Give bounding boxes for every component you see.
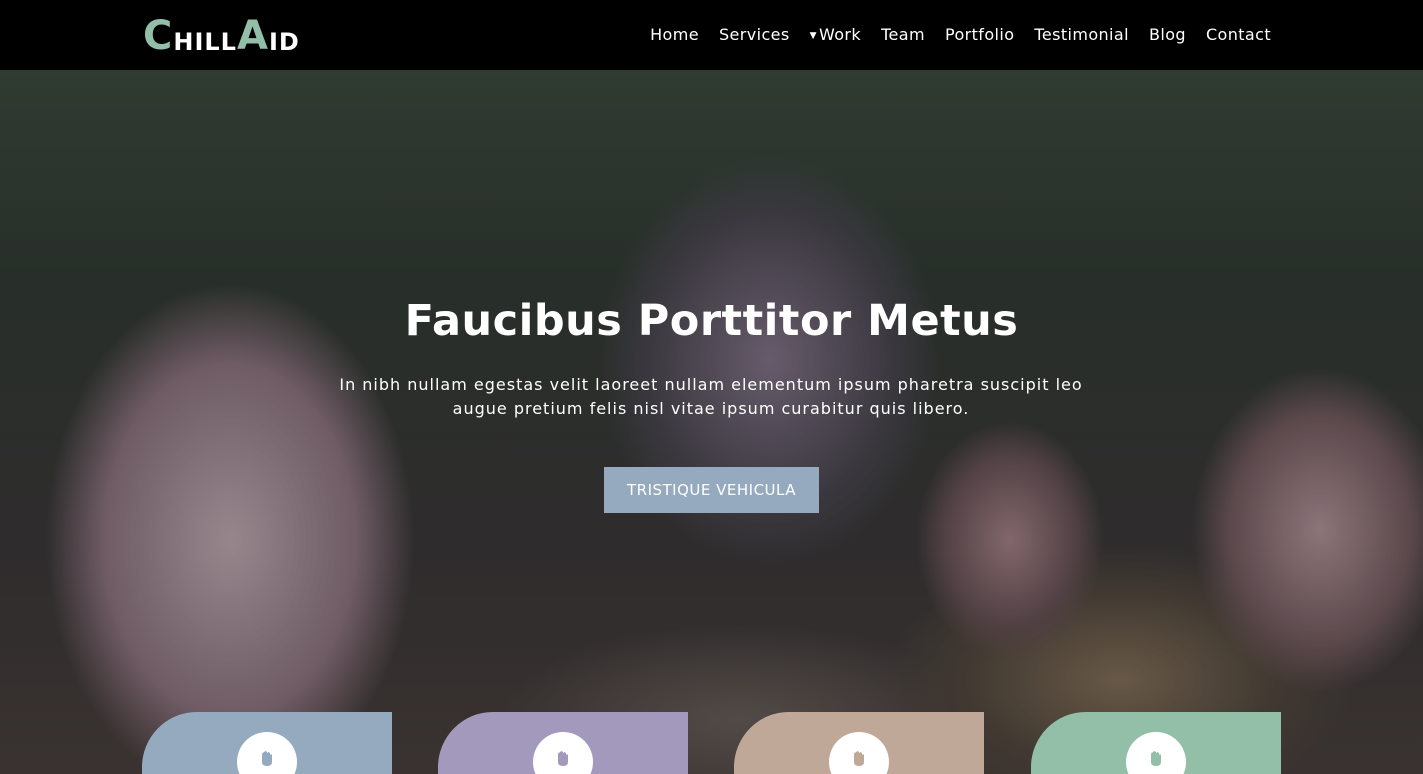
nav-item-team[interactable]: Team	[881, 23, 925, 48]
nav-item-testimonial[interactable]: Testimonial	[1034, 23, 1129, 48]
hand-icon	[262, 751, 272, 766]
hero-section: Faucibus Porttitor Metus In nibh nullam …	[0, 70, 1423, 774]
feature-card[interactable]	[734, 712, 984, 774]
feature-card[interactable]	[142, 712, 392, 774]
nav-label: Home	[650, 25, 699, 44]
navbar: C HILL A ID Home Services ▼ Work Team Por…	[0, 0, 1423, 70]
nav-item-blog[interactable]: Blog	[1149, 23, 1186, 48]
nav-label: Team	[881, 25, 925, 44]
nav-item-work[interactable]: ▼ Work	[810, 23, 861, 48]
hero-title: Faucibus Porttitor Metus	[404, 296, 1019, 346]
nav-label: Testimonial	[1034, 25, 1129, 44]
feature-cards	[0, 712, 1423, 774]
feature-card[interactable]	[1031, 712, 1281, 774]
logo-text-hill: HILL	[173, 28, 237, 56]
hero-cta-button[interactable]: TRISTIQUE VEHICULA	[604, 467, 819, 513]
logo-letter-c: C	[143, 13, 174, 59]
icon-circle	[533, 732, 593, 774]
logo-letter-a: A	[236, 13, 269, 59]
nav-item-services[interactable]: Services	[719, 23, 790, 48]
nav-label: Services	[718, 25, 790, 44]
nav-label: Work	[818, 25, 862, 44]
hero-description: In nibh nullam egestas velit laoreet nul…	[339, 375, 1083, 418]
nav-item-portfolio[interactable]: Portfolio	[945, 23, 1014, 48]
hero-background-overlay	[0, 70, 1423, 774]
icon-circle	[1126, 732, 1186, 774]
icon-circle	[237, 732, 297, 774]
feature-card[interactable]	[438, 712, 688, 774]
main-nav: Home Services ▼ Work Team Portfolio Testi…	[650, 23, 1271, 48]
hand-icon	[1151, 751, 1161, 766]
hand-icon	[854, 751, 864, 766]
nav-item-home[interactable]: Home	[650, 23, 699, 48]
nav-label: Contact	[1205, 25, 1271, 44]
logo-text-id: ID	[268, 28, 300, 56]
nav-label: Blog	[1148, 25, 1186, 44]
hand-icon	[558, 751, 568, 766]
icon-circle	[829, 732, 889, 774]
brand-logo[interactable]: C HILL A ID	[143, 8, 300, 56]
nav-label: Portfolio	[944, 25, 1015, 44]
caret-down-icon: ▼	[809, 30, 817, 41]
nav-item-contact[interactable]: Contact	[1206, 23, 1271, 48]
